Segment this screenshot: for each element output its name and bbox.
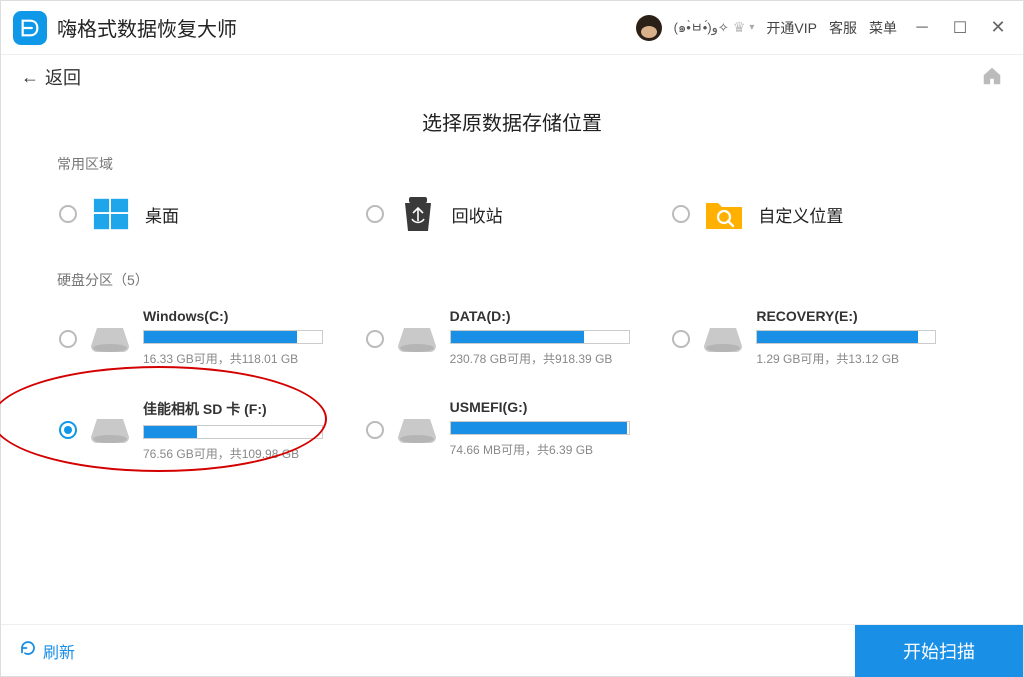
app-logo xyxy=(13,11,47,45)
option-custom-label: 自定义位置 xyxy=(758,202,843,227)
common-section: 常用区域 桌面 xyxy=(1,154,1023,264)
drive-icon xyxy=(704,326,742,354)
partition-e-name: RECOVERY(E:) xyxy=(756,308,956,324)
folder-search-icon xyxy=(704,194,744,234)
radio-partition-e[interactable] xyxy=(672,330,690,348)
radio-custom[interactable] xyxy=(672,205,690,223)
partition-f-bar xyxy=(143,425,323,439)
partition-grid: Windows(C:) 16.33 GB可用，共118.01 GB DATA(D… xyxy=(57,304,967,480)
option-desktop[interactable]: 桌面 xyxy=(57,188,354,254)
option-recycle-label: 回收站 xyxy=(452,202,503,227)
back-button[interactable]: ← 返回 xyxy=(21,64,81,90)
partition-g-bar xyxy=(450,421,630,435)
refresh-icon xyxy=(19,639,37,662)
support-link[interactable]: 客服 xyxy=(829,18,857,38)
radio-partition-c[interactable] xyxy=(59,330,77,348)
partition-c-stats: 16.33 GB可用，共118.01 GB xyxy=(143,350,343,367)
common-options: 桌面 回收站 自定义位置 xyxy=(57,188,967,254)
radio-partition-g[interactable] xyxy=(366,421,384,439)
titlebar-right: (๑•̀ㅂ•́)و✧ ♛ ▾ 开通VIP 客服 菜单 ─ ☐ ✕ xyxy=(636,15,1011,41)
partition-section: 硬盘分区（5） Windows(C:) 16.33 GB可用，共118.01 G… xyxy=(1,270,1023,490)
partition-g-name: USMEFI(G:) xyxy=(450,399,650,415)
close-button[interactable]: ✕ xyxy=(985,15,1011,41)
partition-c-bar xyxy=(143,330,323,344)
back-label: 返回 xyxy=(45,64,81,90)
chevron-down-icon: ▾ xyxy=(749,22,754,33)
option-recycle[interactable]: 回收站 xyxy=(364,188,661,254)
back-row: ← 返回 xyxy=(1,55,1023,99)
drive-icon xyxy=(398,326,436,354)
recycle-icon xyxy=(398,194,438,234)
option-custom[interactable]: 自定义位置 xyxy=(670,188,967,254)
menu-link[interactable]: 菜单 xyxy=(869,18,897,38)
partition-e-stats: 1.29 GB可用，共13.12 GB xyxy=(756,350,956,367)
partition-section-title: 硬盘分区（5） xyxy=(57,270,967,290)
username-text: (๑•̀ㅂ•́)و✧ xyxy=(674,17,729,38)
drive-icon xyxy=(398,417,436,445)
crown-icon: ♛ xyxy=(733,19,746,36)
radio-recycle[interactable] xyxy=(366,205,384,223)
partition-f-name: 佳能相机 SD 卡 (F:) xyxy=(143,399,343,419)
username-display[interactable]: (๑•̀ㅂ•́)و✧ ♛ ▾ xyxy=(674,17,755,38)
common-section-title: 常用区域 xyxy=(57,154,967,174)
refresh-button[interactable]: 刷新 xyxy=(19,639,75,663)
footer: 刷新 开始扫描 xyxy=(1,624,1023,676)
vip-link[interactable]: 开通VIP xyxy=(766,18,817,38)
option-desktop-label: 桌面 xyxy=(145,202,179,227)
home-icon[interactable] xyxy=(981,65,1003,90)
windows-icon xyxy=(91,194,131,234)
radio-partition-f[interactable] xyxy=(59,421,77,439)
partition-f-stats: 76.56 GB可用，共109.98 GB xyxy=(143,445,343,462)
partition-d-bar xyxy=(450,330,630,344)
app-title: 嗨格式数据恢复大师 xyxy=(57,13,237,42)
drive-icon xyxy=(91,417,129,445)
minimize-button[interactable]: ─ xyxy=(909,15,935,41)
radio-partition-d[interactable] xyxy=(366,330,384,348)
partition-e-bar xyxy=(756,330,936,344)
page-heading: 选择原数据存储位置 xyxy=(1,107,1023,136)
partition-c[interactable]: Windows(C:) 16.33 GB可用，共118.01 GB xyxy=(57,304,354,385)
partition-d-stats: 230.78 GB可用，共918.39 GB xyxy=(450,350,650,367)
partition-d[interactable]: DATA(D:) 230.78 GB可用，共918.39 GB xyxy=(364,304,661,385)
maximize-button[interactable]: ☐ xyxy=(947,15,973,41)
partition-c-name: Windows(C:) xyxy=(143,308,343,324)
app-logo-icon xyxy=(19,17,41,39)
partition-d-name: DATA(D:) xyxy=(450,308,650,324)
start-scan-button[interactable]: 开始扫描 xyxy=(855,625,1023,677)
radio-desktop[interactable] xyxy=(59,205,77,223)
partition-g-stats: 74.66 MB可用，共6.39 GB xyxy=(450,441,650,458)
refresh-label: 刷新 xyxy=(43,639,75,663)
arrow-left-icon: ← xyxy=(21,67,39,88)
partition-f[interactable]: 佳能相机 SD 卡 (F:) 76.56 GB可用，共109.98 GB xyxy=(57,395,354,480)
drive-icon xyxy=(91,326,129,354)
partition-e[interactable]: RECOVERY(E:) 1.29 GB可用，共13.12 GB xyxy=(670,304,967,385)
partition-g[interactable]: USMEFI(G:) 74.66 MB可用，共6.39 GB xyxy=(364,395,661,480)
titlebar: 嗨格式数据恢复大师 (๑•̀ㅂ•́)و✧ ♛ ▾ 开通VIP 客服 菜单 ─ ☐… xyxy=(1,1,1023,55)
avatar[interactable] xyxy=(636,15,662,41)
